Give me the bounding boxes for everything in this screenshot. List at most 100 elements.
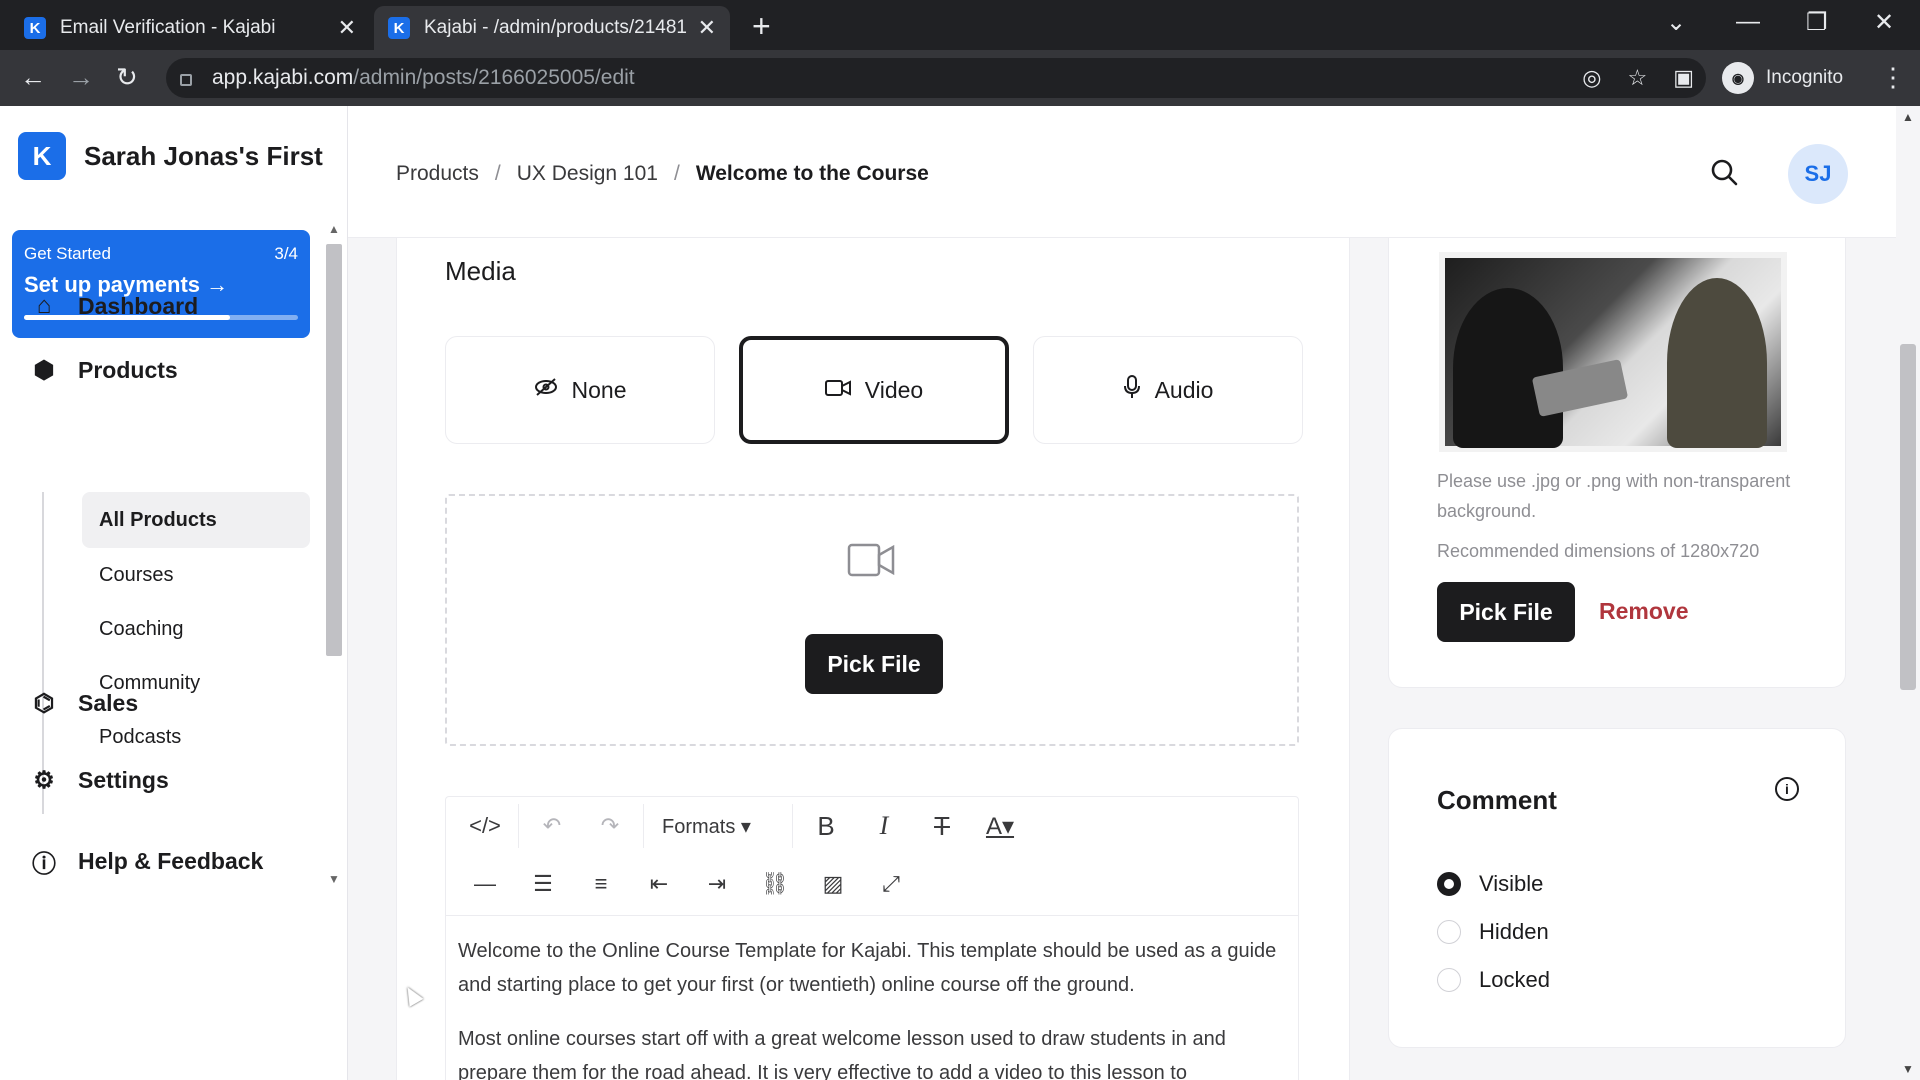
get-started-card[interactable]: Get Started 3/4 Set up payments → [12, 230, 310, 338]
radio-unselected[interactable] [1437, 920, 1461, 944]
media-option-audio[interactable]: Audio [1033, 336, 1303, 444]
remove-thumbnail-button[interactable]: Remove [1599, 598, 1688, 625]
rich-text-editor: </> ↶ ↷ Formats ▾ B I T A▾ — ☰ ≡ ⇤ ⇥ ⛓ ▨… [445, 796, 1299, 1080]
browser-menu-icon[interactable]: ⋮ [1880, 62, 1906, 93]
gear-icon: ⚙ [33, 767, 55, 794]
scroll-down-icon[interactable]: ▼ [1902, 1062, 1914, 1076]
sidebar-subitem-courses[interactable]: Courses [82, 547, 310, 603]
numbered-list-icon[interactable]: ≡ [572, 871, 630, 897]
radio-unselected[interactable] [1437, 968, 1461, 992]
media-option-label: Audio [1154, 376, 1214, 403]
pick-thumbnail-file-button[interactable]: Pick File [1437, 582, 1575, 642]
sidebar-scroll-thumb[interactable] [326, 244, 342, 656]
image-icon[interactable]: ▨ [804, 871, 862, 897]
comment-option-hidden[interactable]: Hidden [1437, 919, 1549, 945]
sidebar-scrollbar[interactable]: ▲ ▼ [324, 222, 344, 886]
close-tab-icon[interactable]: ✕ [338, 15, 356, 41]
info-icon[interactable]: i [1775, 777, 1799, 801]
sidebar-item-dashboard[interactable]: ⌂ Dashboard [28, 292, 198, 320]
home-icon: ⌂ [36, 292, 52, 319]
incognito-profile[interactable]: ◉ Incognito [1722, 58, 1843, 98]
kajabi-logo-icon: K [18, 132, 66, 180]
close-tab-icon[interactable]: ✕ [698, 15, 716, 41]
lesson-editor-card: Media None Video Audio Pick File </> ↶ ↷… [396, 238, 1350, 1080]
editor-paragraph: Welcome to the Online Course Template fo… [458, 940, 1277, 996]
comment-option-visible[interactable]: Visible [1437, 871, 1543, 897]
editor-toolbar-row-2: — ☰ ≡ ⇤ ⇥ ⛓ ▨ ⤢ [446, 855, 1298, 913]
radio-label: Hidden [1479, 919, 1549, 944]
strikethrough-icon[interactable]: T [913, 811, 971, 842]
back-icon[interactable]: ← [20, 62, 46, 93]
media-option-none[interactable]: None [445, 336, 715, 444]
scroll-down-icon[interactable]: ▼ [328, 872, 340, 886]
brand[interactable]: K Sarah Jonas's First [18, 132, 323, 180]
sidebar-item-products[interactable]: ⬢ Products [28, 356, 178, 385]
forward-icon[interactable]: → [68, 62, 94, 93]
toolbar-separator [792, 804, 793, 848]
fullscreen-icon[interactable]: ⤢ [862, 871, 920, 897]
page-header: Products / UX Design 101 / Welcome to th… [348, 106, 1896, 238]
link-icon[interactable]: ⛓ [746, 871, 804, 897]
sidebar-subitem-coaching[interactable]: Coaching [82, 601, 310, 657]
browser-tab-kajabi-products[interactable]: K Kajabi - /admin/products/21481 ✕ [374, 6, 730, 50]
formats-label: Formats [662, 815, 736, 838]
media-option-video[interactable]: Video [739, 336, 1009, 444]
undo-icon[interactable]: ↶ [523, 813, 581, 839]
breadcrumb-products[interactable]: Products [396, 162, 479, 186]
bullet-list-icon[interactable]: ☰ [514, 871, 572, 897]
toolbar-separator [518, 804, 519, 848]
breadcrumb-course[interactable]: UX Design 101 [517, 162, 658, 186]
scroll-up-icon[interactable]: ▲ [328, 222, 340, 236]
comment-option-locked[interactable]: Locked [1437, 967, 1550, 993]
video-dropzone[interactable]: Pick File [445, 494, 1299, 746]
kajabi-icon: K [388, 17, 410, 39]
thumbnail-image [1439, 252, 1787, 452]
microphone-icon [1123, 375, 1141, 405]
minimize-icon[interactable]: — [1736, 8, 1760, 36]
scroll-up-icon[interactable]: ▲ [1902, 110, 1914, 124]
close-window-icon[interactable]: ✕ [1874, 8, 1894, 37]
box-icon: ⬢ [33, 357, 55, 384]
video-camera-icon [847, 542, 895, 578]
horizontal-rule-icon[interactable]: — [456, 871, 514, 897]
restore-icon[interactable]: ❐ [1806, 8, 1828, 37]
url-path: /admin/posts/2166025005/edit [353, 66, 635, 89]
radio-selected[interactable] [1437, 872, 1461, 896]
page-scrollbar[interactable]: ▲ ▼ [1896, 106, 1920, 1080]
bold-icon[interactable]: B [797, 811, 855, 842]
formats-dropdown[interactable]: Formats ▾ [648, 814, 788, 839]
sidebar-item-label: Settings [78, 767, 169, 793]
page-scroll-thumb[interactable] [1900, 344, 1916, 690]
eye-off-icon[interactable]: ◎ [1582, 65, 1601, 91]
sidebar-item-label: Products [78, 357, 178, 383]
text-color-icon[interactable]: A▾ [971, 812, 1029, 841]
code-view-icon[interactable]: </> [456, 813, 514, 839]
indent-icon[interactable]: ⇥ [688, 871, 746, 897]
reload-icon[interactable]: ↻ [116, 62, 138, 93]
thumbnail-figure [1453, 288, 1563, 448]
star-icon[interactable]: ☆ [1627, 65, 1647, 91]
redo-icon[interactable]: ↷ [581, 813, 639, 839]
tab-search-icon[interactable]: ⌄ [1666, 8, 1686, 37]
italic-icon[interactable]: I [855, 811, 913, 841]
sidebar-item-label: Help & Feedback [78, 848, 264, 874]
search-icon[interactable] [1710, 158, 1738, 193]
get-started-label: Get Started [24, 244, 111, 263]
side-panel-icon[interactable]: ▣ [1673, 65, 1694, 91]
lock-icon [180, 74, 192, 86]
video-camera-icon [824, 377, 851, 403]
tab-title: Email Verification - Kajabi [60, 17, 276, 38]
breadcrumb: Products / UX Design 101 / Welcome to th… [396, 162, 929, 186]
new-tab-icon[interactable]: + [752, 8, 771, 45]
address-bar[interactable]: app.kajabi.com /admin/posts/2166025005/e… [166, 58, 1706, 98]
avatar[interactable]: SJ [1788, 144, 1848, 204]
sidebar-item-help[interactable]: ⓘ Help & Feedback [28, 844, 263, 879]
sidebar-item-sales[interactable]: ⌬ Sales [28, 689, 139, 718]
sidebar-item-settings[interactable]: ⚙ Settings [28, 766, 169, 795]
browser-tab-email-verification[interactable]: K Email Verification - Kajabi ✕ [10, 6, 370, 50]
editor-content[interactable]: Welcome to the Online Course Template fo… [446, 915, 1298, 1080]
pick-video-file-button[interactable]: Pick File [805, 634, 943, 694]
sidebar-subitem-all-products[interactable]: All Products [82, 492, 310, 548]
radio-label: Visible [1479, 871, 1544, 896]
outdent-icon[interactable]: ⇤ [630, 871, 688, 897]
